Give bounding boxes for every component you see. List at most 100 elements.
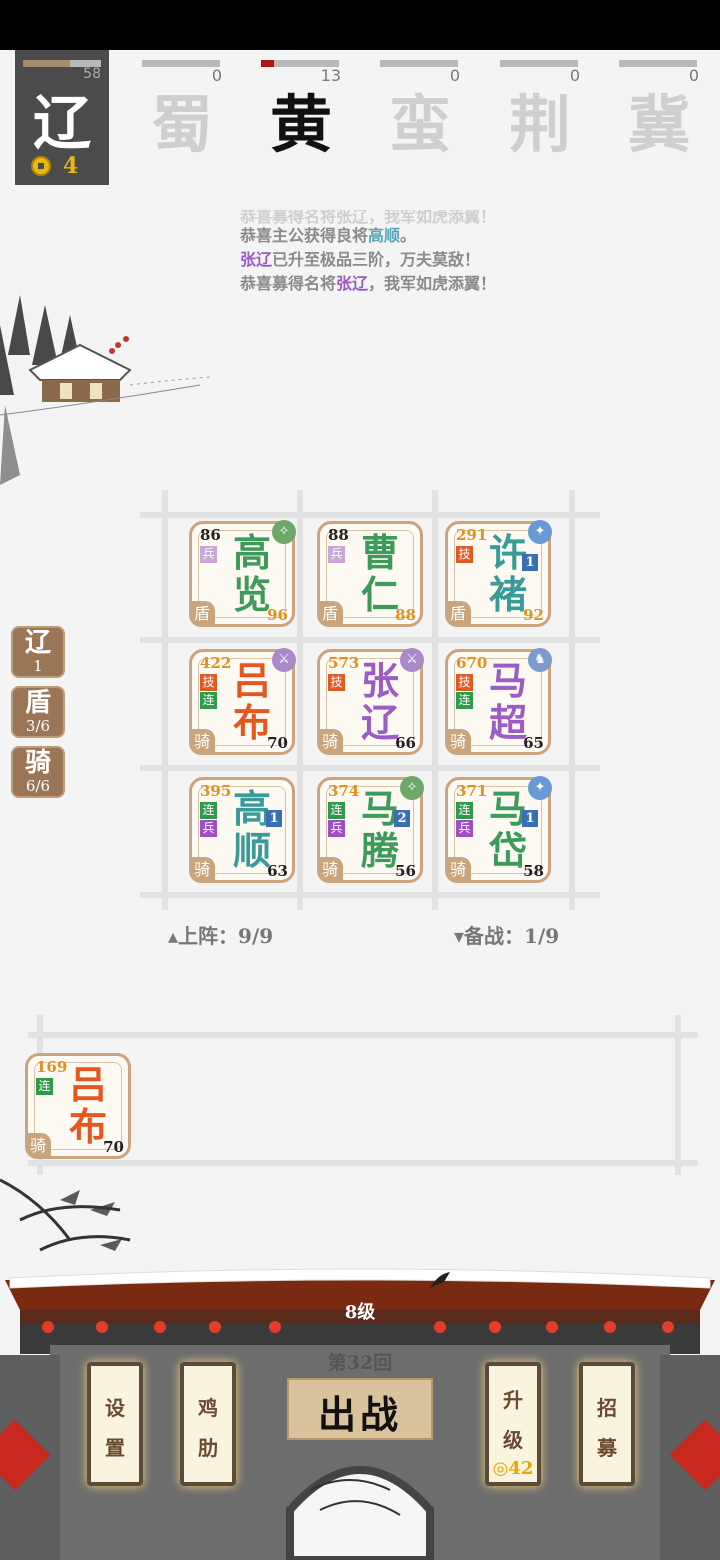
side-tab-title: 骑 [24, 748, 51, 778]
star-count: 1 [522, 810, 538, 827]
unit-type: 骑 [317, 857, 343, 883]
reserve-count: ▾备战：1/9 [454, 924, 560, 948]
general-card[interactable]: 371 马岱连兵骑 58 ✦ 1 [445, 776, 552, 883]
general-name: 高览 [232, 530, 271, 617]
general-power: 70 [267, 734, 288, 752]
trait-tag: 技 [456, 546, 473, 563]
trait-tag: 连 [456, 692, 473, 709]
faction-name: 黄 [269, 88, 332, 161]
upgrade-cost: ◎42 [492, 1458, 534, 1479]
general-level: 86 [200, 526, 221, 544]
trait-tag: 连 [456, 802, 473, 819]
own-faction-name: 辽 [32, 89, 91, 157]
general-power: 88 [395, 606, 416, 624]
news-line: 张辽已升至极品三阶，万夫莫敌！ [240, 250, 481, 269]
faction-name: 蛮 [388, 88, 451, 161]
general-card[interactable]: 374 马腾连兵骑 56 ✧ 2 [317, 776, 424, 883]
trait-tag: 技 [200, 674, 217, 691]
general-card[interactable]: 422 吕布技连骑 70 ⚔ [189, 648, 296, 755]
faction-man[interactable]: 0 蛮 [370, 50, 470, 185]
side-tab-faction[interactable]: 辽 1 [11, 626, 65, 678]
recruit-button[interactable]: 招 募 [579, 1362, 635, 1486]
general-name: 吕布 [232, 658, 271, 745]
rib-button[interactable]: 鸡 肋 [180, 1362, 236, 1486]
star-count: 2 [394, 810, 410, 827]
settings-button[interactable]: 设 置 [87, 1362, 143, 1486]
general-power: 70 [103, 1138, 124, 1156]
general-card[interactable]: 395 高顺连兵骑 63 1 [189, 777, 295, 883]
boot-icon: ✦ [528, 520, 552, 544]
general-name: 张辽 [360, 658, 399, 745]
side-tab-count: 6/6 [25, 777, 51, 795]
side-tab-count: 1 [33, 657, 43, 675]
general-power: 92 [523, 606, 544, 624]
side-tab-shield[interactable]: 盾 3/6 [11, 686, 65, 738]
unit-type: 盾 [445, 601, 471, 627]
recruit-label-1: 招 [597, 1396, 617, 1420]
trait-tag: 连 [200, 802, 217, 819]
unit-type: 骑 [189, 857, 215, 883]
general-card[interactable]: 88 曹仁兵盾 88 [317, 521, 423, 627]
faction-huang[interactable]: 13 黄 [251, 50, 351, 185]
faction-name: 冀 [627, 88, 690, 161]
unit-type: 骑 [317, 729, 343, 755]
news-feed: 恭喜募得名将张辽，我军如虎添翼！ 恭喜主公获得良将高顺。 张辽已升至极品三阶，万… [240, 210, 570, 296]
upgrade-label-2: 级 [503, 1428, 523, 1452]
faction-jing[interactable]: 0 荆 [490, 50, 590, 185]
general-power: 65 [523, 734, 544, 752]
boot-icon: ✦ [528, 776, 552, 800]
battle-button[interactable]: 出战 [287, 1378, 433, 1440]
side-tab-cavalry[interactable]: 骑 6/6 [11, 746, 65, 798]
settings-label-2: 置 [105, 1436, 125, 1460]
trait-tag: 兵 [328, 820, 345, 837]
own-gold: 4 [63, 153, 79, 179]
general-name: 曹仁 [360, 530, 399, 617]
side-tab-title: 盾 [24, 688, 51, 718]
own-faction-panel[interactable]: 58 辽 4 [15, 50, 109, 185]
upgrade-label-1: 升 [503, 1388, 523, 1412]
unit-type: 骑 [25, 1133, 51, 1159]
unit-type: 骑 [189, 729, 215, 755]
upgrade-button[interactable]: 升 级 ◎42 [485, 1362, 541, 1486]
coin-icon: ◎ [492, 1458, 509, 1479]
unit-type: 骑 [445, 729, 471, 755]
settings-label-1: 设 [105, 1396, 125, 1420]
general-card[interactable]: 291 许褚技盾 92 ✦ 1 [445, 520, 552, 627]
star-count: 1 [266, 810, 282, 827]
trait-tag: 技 [456, 674, 473, 691]
general-level: 88 [328, 526, 349, 544]
trait-tag: 连 [36, 1078, 53, 1095]
snowy-hut-scenery [0, 295, 211, 485]
trait-tag: 兵 [200, 546, 217, 563]
general-name: 高顺 [232, 786, 271, 873]
trait-tag: 连 [328, 802, 345, 819]
general-name: 许褚 [488, 530, 527, 617]
side-tab-count: 3/6 [25, 717, 51, 735]
general-card[interactable]: 169 吕布连骑 70 [25, 1053, 131, 1159]
unit-type: 盾 [189, 601, 215, 627]
round-label: 第32回 [327, 1352, 393, 1374]
trait-tag: 连 [200, 692, 217, 709]
faction-name: 荆 [508, 88, 571, 161]
general-card[interactable]: 670 马超技连骑 65 ♞ [445, 648, 552, 755]
general-card[interactable]: 573 张辽技骑 66 ⚔ [317, 648, 424, 755]
palace-level: 8级 [344, 1302, 376, 1323]
general-power: 56 [395, 862, 416, 880]
faction-shu[interactable]: 0 蜀 [132, 50, 232, 185]
spear-icon: ✧ [272, 520, 296, 544]
general-power: 63 [267, 862, 288, 880]
trait-tag: 技 [328, 674, 345, 691]
general-card[interactable]: 86 高览兵盾 96 ✧ [189, 520, 296, 627]
deployed-count: ▴上阵：9/9 [168, 924, 274, 948]
coin-icon [31, 156, 51, 176]
rib-label-2: 肋 [198, 1436, 218, 1460]
general-name: 马腾 [360, 786, 399, 873]
sword-icon: ⚔ [272, 648, 296, 672]
faction-ji[interactable]: 0 冀 [609, 50, 709, 185]
rib-label-1: 鸡 [198, 1396, 218, 1420]
general-name: 马岱 [488, 786, 527, 873]
trait-tag: 兵 [456, 820, 473, 837]
horse-icon: ♞ [528, 648, 552, 672]
own-progress-fill [23, 60, 70, 67]
general-name: 吕布 [68, 1062, 107, 1149]
